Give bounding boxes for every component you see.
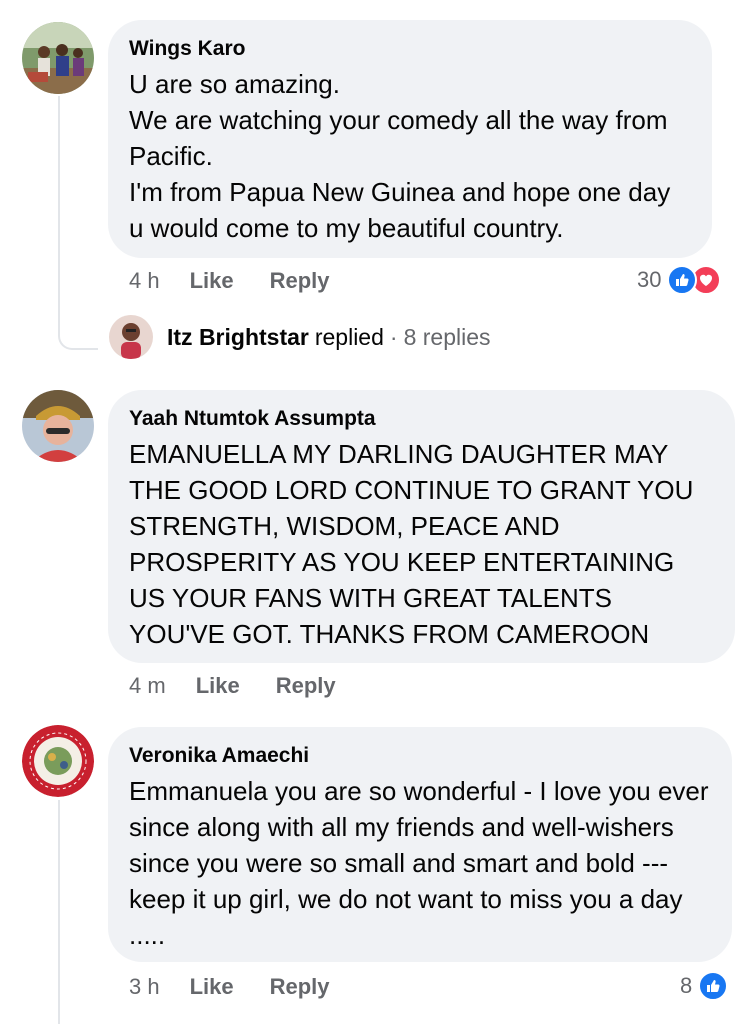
comment-actions: 4 m Like Reply xyxy=(129,673,372,699)
reply-count: 8 replies xyxy=(403,323,491,350)
comments-section: Wings Karo U are so amazing. We are watc… xyxy=(0,0,751,1024)
like-button[interactable]: Like xyxy=(190,268,234,294)
reply-button[interactable]: Reply xyxy=(270,974,330,1000)
comment-actions: 3 h Like Reply xyxy=(129,974,366,1000)
comment-timestamp[interactable]: 3 h xyxy=(129,974,160,1000)
like-icon xyxy=(698,971,729,1001)
thread-line xyxy=(58,96,60,306)
view-replies-link[interactable]: Itz Brightstar replied · 8 replies xyxy=(109,315,491,359)
comment-author[interactable]: Wings Karo xyxy=(129,36,690,62)
like-button[interactable]: Like xyxy=(190,974,234,1000)
reaction-count: 30 xyxy=(637,267,662,292)
reply-button[interactable]: Reply xyxy=(276,673,336,699)
comment-author[interactable]: Veronika Amaechi xyxy=(129,743,710,769)
avatar[interactable] xyxy=(22,22,94,94)
thread-elbow xyxy=(58,300,98,350)
like-icon xyxy=(667,265,698,295)
reaction-summary[interactable]: 8 xyxy=(680,971,729,1001)
comment-author[interactable]: Yaah Ntumtok Assumpta xyxy=(129,406,713,432)
avatar xyxy=(109,315,153,359)
thread-line xyxy=(58,800,60,1024)
comment-actions: 4 h Like Reply xyxy=(129,268,366,294)
avatar[interactable] xyxy=(22,725,94,797)
comment-text: U are so amazing. We are watching your c… xyxy=(129,69,671,243)
replied-label: replied xyxy=(314,323,384,350)
comment-bubble: Veronika Amaechi Emmanuela you are so wo… xyxy=(108,727,732,962)
like-button[interactable]: Like xyxy=(196,673,240,699)
separator-dot: · xyxy=(389,323,398,350)
comment-bubble: Yaah Ntumtok Assumpta EMANUELLA MY DARLI… xyxy=(108,390,735,663)
comment-timestamp[interactable]: 4 m xyxy=(129,673,166,699)
reaction-count: 8 xyxy=(680,973,693,998)
comment-timestamp[interactable]: 4 h xyxy=(129,268,160,294)
comment-bubble: Wings Karo U are so amazing. We are watc… xyxy=(108,20,712,258)
reply-button[interactable]: Reply xyxy=(270,268,330,294)
comment-text: Emmanuela you are so wonderful - I love … xyxy=(129,776,709,950)
avatar[interactable] xyxy=(22,390,94,462)
reaction-summary[interactable]: 30 xyxy=(637,265,722,295)
replier-name: Itz Brightstar xyxy=(167,323,309,350)
comment-text: EMANUELLA MY DARLING DAUGHTER MAY THE GO… xyxy=(129,439,694,649)
